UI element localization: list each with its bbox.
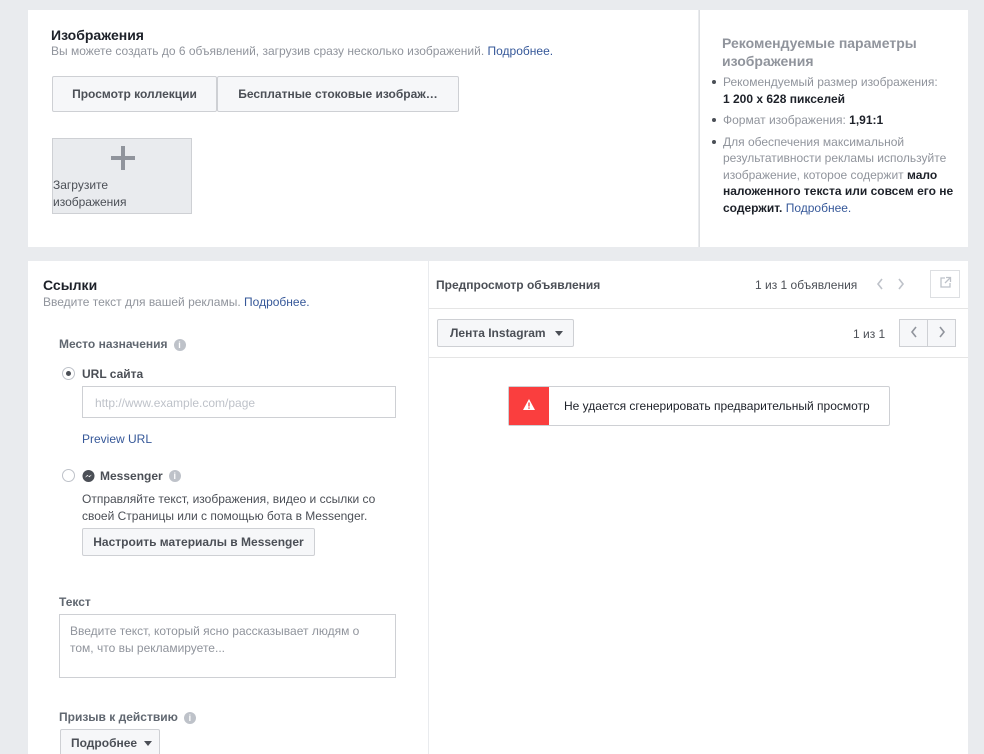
preview-panel: Предпросмотр объявления 1 из 1 объявлени… — [429, 261, 968, 754]
rec-size-label: Рекомендуемый размер изображения: — [723, 75, 938, 89]
free-stock-images-button[interactable]: Бесплатные стоковые изображ… — [217, 76, 459, 112]
messenger-setup-button[interactable]: Настроить материалы в Messenger — [82, 528, 315, 556]
links-description: Введите текст для вашей рекламы. Подробн… — [43, 295, 310, 309]
messenger-option-label: Messenger — [100, 469, 163, 483]
rec-item-size: Рекомендуемый размер изображения: 1 200 … — [709, 74, 954, 107]
chevron-right-icon — [937, 325, 947, 342]
url-option-label[interactable]: URL сайта — [82, 367, 143, 381]
rec-size-value: 1 200 x 628 пикселей — [723, 91, 846, 106]
warning-icon — [522, 398, 536, 414]
recommendations-panel: Рекомендуемые параметры изображения Реко… — [699, 10, 968, 247]
destination-label-text: Место назначения — [59, 337, 168, 351]
links-description-text: Введите текст для вашей рекламы. — [43, 295, 241, 309]
preview-error-text: Не удается сгенерировать предварительный… — [564, 399, 870, 413]
placement-dropdown[interactable]: Лента Instagram — [437, 319, 574, 347]
url-input[interactable]: http://www.example.com/page — [82, 386, 396, 418]
images-more-link[interactable]: Подробнее. — [488, 44, 554, 58]
preview-divider — [429, 308, 968, 309]
preview-url-link[interactable]: Preview URL — [82, 432, 152, 446]
recommendations-list: Рекомендуемый размер изображения: 1 200 … — [709, 74, 954, 221]
images-panel: Изображения Вы можете создать до 6 объяв… — [28, 10, 698, 247]
upload-images-button[interactable]: Загрузите изображения — [52, 138, 192, 214]
text-label: Текст — [59, 595, 91, 609]
messenger-option[interactable]: Messenger i — [82, 469, 181, 483]
external-link-button[interactable] — [930, 270, 960, 298]
warning-icon-block — [509, 387, 549, 425]
info-icon[interactable]: i — [168, 470, 181, 482]
upload-label-line2: изображения — [53, 195, 127, 209]
placement-dropdown-value: Лента Instagram — [450, 326, 546, 340]
cta-label: Призыв к действию i — [59, 710, 196, 724]
images-description: Вы можете создать до 6 объявлений, загру… — [51, 44, 553, 58]
text-input[interactable]: Введите текст, который ясно рассказывает… — [59, 614, 396, 678]
page-counter: 1 из 1 — [853, 327, 886, 341]
messenger-icon — [82, 469, 95, 483]
links-more-link[interactable]: Подробнее. — [244, 295, 310, 309]
prev-page-button[interactable] — [899, 319, 928, 347]
plus-icon — [110, 145, 136, 174]
browse-collection-button[interactable]: Просмотр коллекции — [52, 76, 217, 112]
images-title: Изображения — [51, 27, 144, 43]
rec-item-format: Формат изображения: 1,91:1 — [709, 112, 954, 129]
cta-dropdown[interactable]: Подробнее — [60, 729, 160, 754]
text-input-placeholder: Введите текст, который ясно рассказывает… — [70, 624, 360, 655]
url-radio[interactable] — [62, 367, 75, 380]
preview-title: Предпросмотр объявления — [436, 278, 601, 292]
upload-label-line1: Загрузите — [53, 178, 109, 192]
links-title: Ссылки — [43, 277, 98, 293]
upload-images-label: Загрузите изображения — [53, 177, 127, 211]
images-description-text: Вы можете создать до 6 объявлений, загру… — [51, 44, 485, 58]
external-link-icon — [939, 276, 952, 292]
rec-more-link[interactable]: Подробнее. — [786, 201, 852, 215]
chevron-left-icon[interactable] — [875, 277, 885, 294]
next-page-button[interactable] — [927, 319, 956, 347]
chevron-right-icon[interactable] — [896, 277, 906, 294]
rec-item-text: Для обеспечения максимальной результатив… — [709, 134, 954, 217]
ad-counter: 1 из 1 объявления — [755, 278, 858, 292]
rec-format-label: Формат изображения: — [723, 113, 846, 127]
links-panel: Ссылки Введите текст для вашей рекламы. … — [28, 261, 428, 754]
messenger-description: Отправляйте текст, изображения, видео и … — [82, 492, 376, 523]
rec-format-value: 1,91:1 — [849, 113, 884, 127]
messenger-radio[interactable] — [62, 469, 75, 482]
url-input-placeholder: http://www.example.com/page — [95, 396, 256, 410]
preview-error-box: Не удается сгенерировать предварительный… — [508, 386, 890, 426]
chevron-left-icon — [909, 325, 919, 342]
cta-dropdown-value: Подробнее — [71, 736, 138, 750]
recommendations-title: Рекомендуемые параметры изображения — [722, 35, 917, 69]
info-icon[interactable]: i — [173, 338, 186, 351]
preview-divider-2 — [429, 357, 968, 358]
info-icon[interactable]: i — [183, 711, 196, 724]
cta-label-text: Призыв к действию — [59, 710, 178, 724]
chevron-down-icon — [554, 330, 563, 336]
destination-label: Место назначения i — [59, 337, 186, 351]
chevron-down-icon — [144, 740, 153, 746]
